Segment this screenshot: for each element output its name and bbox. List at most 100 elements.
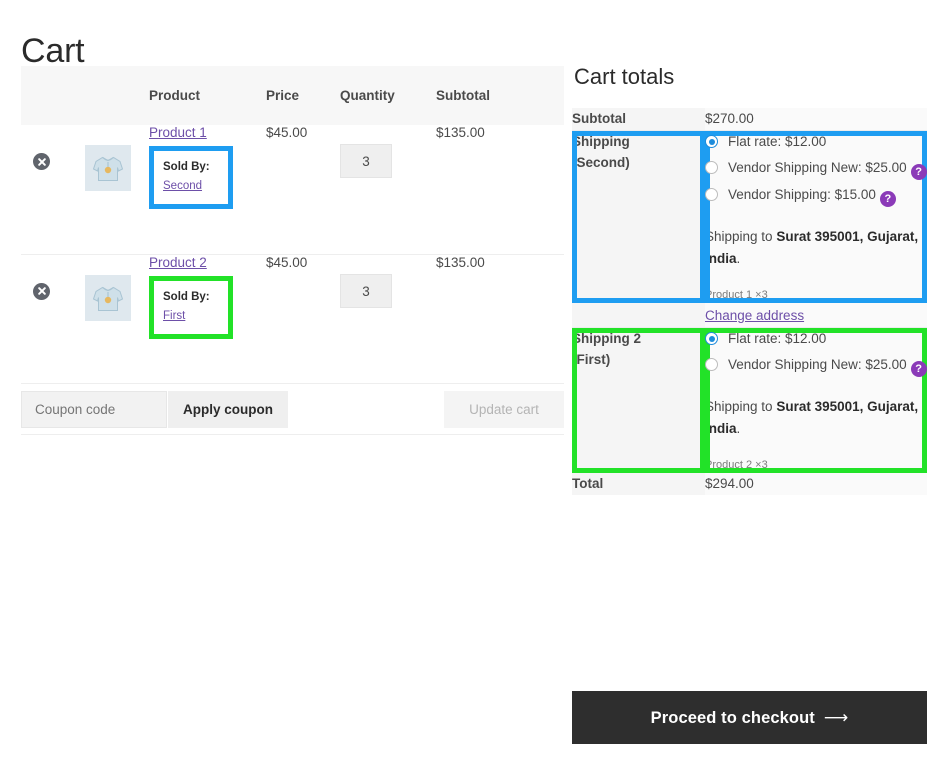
cart-items-table: Product Price Quantity Subtotal — [21, 66, 564, 435]
cell-thumbnail — [85, 254, 149, 383]
shipping-2-options-cell: Flat rate: $12.00 Vendor Shipping New: $… — [705, 328, 927, 474]
table-row: Product 2 Sold By: First $45.00 3 $135.0… — [21, 254, 564, 383]
cart-table-body: Product 1 Sold By: Second $45.00 3 $135.… — [21, 125, 564, 434]
sold-by-label: Sold By: — [163, 289, 219, 306]
cell-subtotal: $135.00 — [436, 125, 564, 254]
cell-subtotal: $135.00 — [436, 254, 564, 383]
shipping-method-label: Vendor Shipping New: $25.00 — [728, 160, 907, 175]
hoodie-product-image[interactable] — [85, 275, 131, 321]
shipping-2-destination: Shipping to Surat 395001, Gujarat, India… — [705, 396, 927, 440]
shipping-to-prefix: Shipping to — [705, 229, 776, 244]
sold-by-box: Sold By: Second — [149, 146, 233, 209]
change-address-spacer — [572, 303, 705, 328]
help-question-icon[interactable]: ? — [911, 361, 927, 377]
cart-actions-cell: Apply coupon Update cart — [21, 383, 564, 434]
cart-page: Cart Product Price Quantity Subtotal — [0, 0, 949, 764]
coupon-code-input[interactable] — [21, 391, 167, 428]
shipping-to-suffix: . — [737, 421, 741, 436]
change-address-link[interactable]: Change address — [705, 305, 804, 327]
subtotal-value: $270.00 — [705, 108, 927, 131]
help-question-icon[interactable]: ? — [911, 164, 927, 180]
remove-circle-icon[interactable] — [33, 283, 50, 300]
totals-row-shipping-1: Shipping (Second) Flat rate: $12.00 Vend… — [572, 131, 927, 304]
shipping-2-label: Shipping 2 (First) — [572, 328, 705, 474]
radio-icon[interactable] — [705, 161, 718, 174]
sold-by-vendor-link[interactable]: Second — [163, 178, 202, 195]
column-header-subtotal: Subtotal — [436, 66, 564, 125]
column-header-price: Price — [266, 66, 340, 125]
shipping-method-option[interactable]: Vendor Shipping New: $25.00? — [705, 354, 927, 377]
cell-price: $45.00 — [266, 125, 340, 254]
table-row: Product 1 Sold By: Second $45.00 3 $135.… — [21, 125, 564, 254]
cell-price: $45.00 — [266, 254, 340, 383]
cell-remove — [21, 125, 85, 254]
cart-totals-panel: Cart totals Subtotal $270.00 Shipping (S… — [572, 64, 927, 495]
shipping-2-items: Product 2 ×3 — [705, 457, 927, 473]
shipping-method-option[interactable]: Flat rate: $12.00 — [705, 328, 927, 350]
total-label: Total — [572, 473, 705, 495]
apply-coupon-button[interactable]: Apply coupon — [168, 391, 288, 428]
totals-row-shipping-2: Shipping 2 (First) Flat rate: $12.00 Ven… — [572, 328, 927, 474]
shipping-method-label: Vendor Shipping New: $25.00 — [728, 357, 907, 372]
hoodie-product-image[interactable] — [85, 145, 131, 191]
cart-totals-table: Subtotal $270.00 Shipping (Second) Flat … — [572, 108, 927, 495]
column-header-remove — [21, 66, 85, 125]
cell-thumbnail — [85, 125, 149, 254]
shipping-method-option[interactable]: Flat rate: $12.00 — [705, 131, 927, 153]
quantity-input[interactable]: 3 — [340, 144, 392, 178]
column-header-quantity: Quantity — [340, 66, 436, 125]
column-header-thumbnail — [85, 66, 149, 125]
column-header-product: Product — [149, 66, 266, 125]
totals-row-subtotal: Subtotal $270.00 — [572, 108, 927, 131]
cell-quantity: 3 — [340, 125, 436, 254]
shipping-2-method-list: Flat rate: $12.00 Vendor Shipping New: $… — [705, 328, 927, 377]
shipping-to-prefix: Shipping to — [705, 399, 776, 414]
help-question-icon[interactable]: ? — [880, 191, 896, 207]
quantity-input[interactable]: 3 — [340, 274, 392, 308]
cart-actions-row: Apply coupon Update cart — [21, 383, 564, 434]
radio-icon[interactable] — [705, 188, 718, 201]
remove-circle-icon[interactable] — [33, 153, 50, 170]
checkout-label: Proceed to checkout — [651, 709, 815, 727]
cart-totals-title: Cart totals — [574, 64, 927, 90]
shipping-method-option[interactable]: Vendor Shipping New: $25.00? — [705, 157, 927, 180]
shipping-1-method-list: Flat rate: $12.00 Vendor Shipping New: $… — [705, 131, 927, 207]
shipping-1-label-line2: (Second) — [572, 155, 630, 170]
sold-by-vendor-link[interactable]: First — [163, 308, 185, 325]
totals-row-total: Total $294.00 — [572, 473, 927, 495]
radio-icon[interactable] — [705, 135, 718, 148]
shipping-method-option[interactable]: Vendor Shipping: $15.00? — [705, 184, 927, 207]
change-address-cell: Change address — [705, 303, 927, 328]
shipping-1-label-line1: Shipping — [572, 134, 630, 149]
proceed-to-checkout-button[interactable]: Proceed to checkout ⟶ — [572, 691, 927, 744]
shipping-method-label: Flat rate: $12.00 — [728, 331, 826, 346]
totals-row-change-address: Change address — [572, 303, 927, 328]
sold-by-box: Sold By: First — [149, 276, 233, 339]
radio-icon[interactable] — [705, 332, 718, 345]
page-title: Cart — [21, 31, 84, 71]
product-name-link[interactable]: Product 1 — [149, 125, 207, 140]
shipping-2-label-line2: (First) — [572, 352, 610, 367]
subtotal-label: Subtotal — [572, 108, 705, 131]
cart-actions: Apply coupon Update cart — [21, 384, 564, 434]
shipping-to-suffix: . — [737, 251, 741, 266]
cell-remove — [21, 254, 85, 383]
product-name-link[interactable]: Product 2 — [149, 255, 207, 270]
cart-table-head: Product Price Quantity Subtotal — [21, 66, 564, 125]
cell-product-name: Product 2 Sold By: First — [149, 254, 266, 383]
sold-by-label: Sold By: — [163, 159, 219, 176]
arrow-right-icon: ⟶ — [824, 708, 848, 727]
shipping-method-label: Flat rate: $12.00 — [728, 134, 826, 149]
shipping-1-label: Shipping (Second) — [572, 131, 705, 304]
cart-table-header-row: Product Price Quantity Subtotal — [21, 66, 564, 125]
update-cart-button[interactable]: Update cart — [444, 391, 564, 428]
shipping-2-label-line1: Shipping 2 — [572, 331, 641, 346]
total-value: $294.00 — [705, 473, 927, 495]
cell-quantity: 3 — [340, 254, 436, 383]
radio-icon[interactable] — [705, 358, 718, 371]
shipping-1-destination: Shipping to Surat 395001, Gujarat, India… — [705, 226, 927, 270]
shipping-1-items: Product 1 ×3 — [705, 287, 927, 303]
shipping-1-options-cell: Flat rate: $12.00 Vendor Shipping New: $… — [705, 131, 927, 304]
shipping-method-label: Vendor Shipping: $15.00 — [728, 187, 876, 202]
cell-product-name: Product 1 Sold By: Second — [149, 125, 266, 254]
